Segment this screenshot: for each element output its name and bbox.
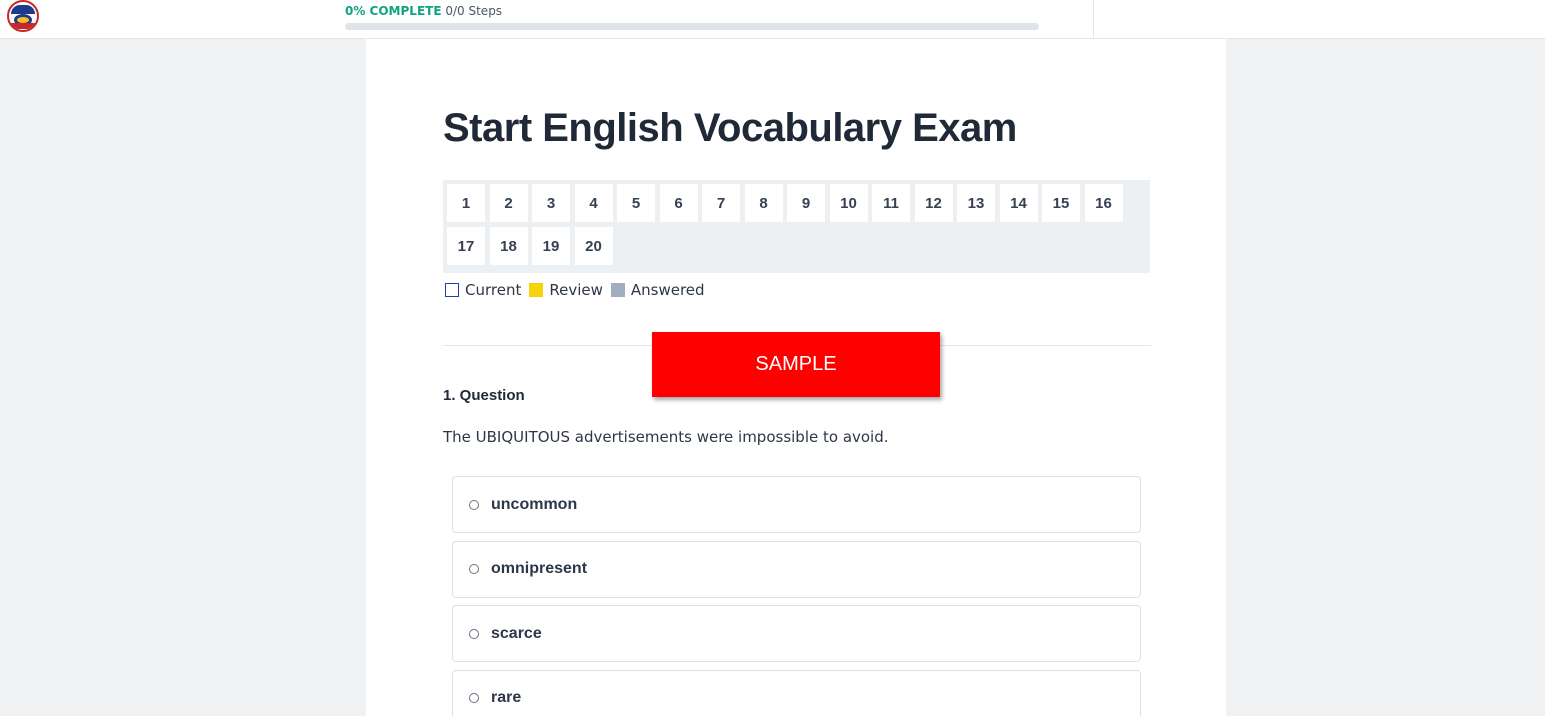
question-number-button[interactable]: 19	[532, 227, 570, 265]
answer-option-label: rare	[491, 689, 522, 706]
progress-percent: 0% COMPLETE	[345, 4, 442, 18]
legend-answered-label: Answered	[630, 281, 705, 299]
question-number-button[interactable]: 8	[744, 184, 783, 222]
question-number-button[interactable]: 14	[999, 184, 1038, 222]
legend-answered: Answered	[610, 281, 705, 299]
answer-option-label: scarce	[491, 624, 542, 642]
answer-option[interactable]: uncommon	[452, 476, 1141, 533]
question-number-button[interactable]: 10	[829, 184, 868, 222]
site-logo-icon[interactable]	[7, 0, 39, 32]
question-number-button[interactable]: 17	[447, 227, 485, 265]
question-navigator: 1 2 3 4 5 6 7 8 9 10 11 12 13 14 15 16 17 18 19 20	[443, 180, 1150, 273]
question-number-button[interactable]: 3	[532, 184, 570, 222]
answer-option[interactable]: rare	[452, 669, 1141, 716]
header-divider	[1093, 0, 1094, 39]
legend-review-swatch	[529, 283, 544, 297]
radio-button-icon[interactable]	[469, 499, 479, 510]
question-text: The UBIQUITOUS advertisements were impos…	[443, 428, 889, 446]
sample-watermark: SAMPLE	[652, 332, 940, 397]
answer-option-label: omnipresent	[491, 560, 588, 577]
question-number-button[interactable]: 20	[574, 227, 613, 265]
page-title: Start English Vocabulary Exam	[443, 106, 1017, 150]
radio-button-icon[interactable]	[469, 564, 479, 574]
legend-current-swatch	[445, 283, 459, 297]
question-number-button[interactable]: 18	[489, 227, 528, 265]
exam-content: Start English Vocabulary Exam 1234567891…	[366, 39, 1226, 716]
answer-option-label: uncommon	[491, 495, 578, 513]
answer-option[interactable]: omnipresent	[452, 540, 1141, 598]
top-bar: 0% COMPLETE 0/0 Steps	[0, 0, 1545, 39]
question-number-button[interactable]: 13	[957, 184, 995, 222]
course-progress: 0% COMPLETE 0/0 Steps	[345, 4, 1039, 30]
question-number-button[interactable]: 1	[447, 184, 485, 222]
question-number-button[interactable]: 11	[872, 184, 910, 222]
question-number-button[interactable]: 7	[702, 184, 740, 222]
legend-current-label: Current	[465, 281, 522, 299]
radio-button-icon[interactable]	[469, 693, 479, 703]
question-number-button[interactable]: 4	[574, 184, 613, 222]
radio-button-icon[interactable]	[469, 628, 479, 639]
progress-steps: 0/0 Steps	[445, 4, 503, 18]
question-number-button[interactable]: 12	[914, 184, 953, 222]
question-heading: 1. Question	[443, 387, 525, 404]
question-legend: Current Review Answered	[445, 281, 713, 299]
question-number-button[interactable]: 16	[1084, 184, 1123, 222]
question-number-button[interactable]: 2	[489, 184, 528, 222]
answer-option[interactable]: scarce	[452, 605, 1141, 662]
question-number-button[interactable]: 6	[659, 184, 698, 222]
progress-bar	[345, 23, 1039, 30]
question-number-button[interactable]: 9	[787, 184, 825, 222]
answer-options: uncommon omnipresent scarce rare	[452, 476, 1141, 716]
legend-answered-swatch	[610, 283, 625, 297]
question-number-button[interactable]: 15	[1042, 184, 1080, 222]
legend-current: Current	[445, 281, 521, 299]
legend-review: Review	[529, 281, 603, 299]
question-number-button[interactable]: 5	[617, 184, 655, 222]
legend-review-label: Review	[549, 281, 603, 299]
